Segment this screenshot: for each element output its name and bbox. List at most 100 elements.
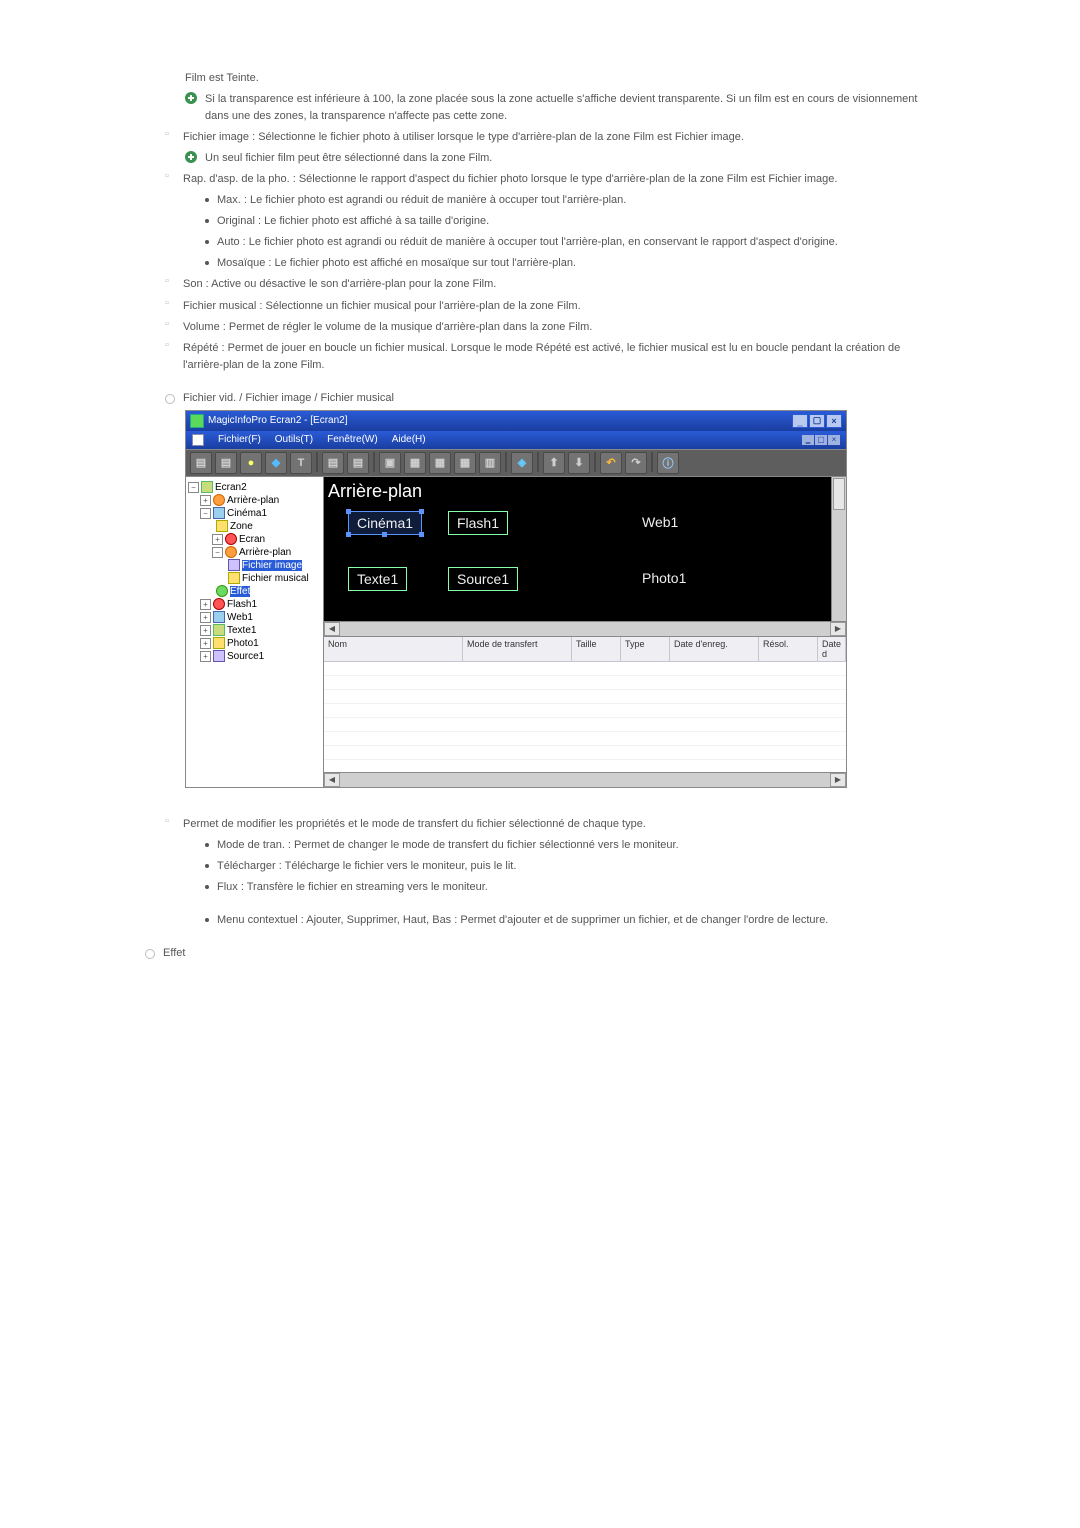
scroll-thumb[interactable] bbox=[833, 478, 845, 510]
collapse-icon[interactable]: − bbox=[200, 508, 211, 519]
tree-item[interactable]: Web1 bbox=[227, 612, 253, 623]
scroll-left-icon[interactable]: ◀ bbox=[324, 773, 340, 787]
expand-icon[interactable]: + bbox=[200, 612, 211, 623]
tool-icon[interactable]: ◈ bbox=[511, 452, 533, 474]
flash-icon bbox=[213, 598, 225, 610]
dot-icon bbox=[205, 885, 209, 889]
tree-item[interactable]: Arrière-plan bbox=[227, 495, 279, 506]
scroll-right-icon[interactable]: ▶ bbox=[830, 773, 846, 787]
zone-web[interactable]: Web1 bbox=[634, 511, 686, 533]
tree-item[interactable]: Effet bbox=[230, 586, 250, 597]
mdi-minimize-button[interactable]: ‗ bbox=[802, 435, 814, 445]
source-icon bbox=[213, 650, 225, 662]
tool-icon[interactable]: ▥ bbox=[479, 452, 501, 474]
expand-icon[interactable]: + bbox=[200, 651, 211, 662]
tool-icon[interactable]: ▤ bbox=[322, 452, 344, 474]
tool-icon[interactable]: ▦ bbox=[454, 452, 476, 474]
text: Rap. d'asp. de la pho. : Sélectionne le … bbox=[183, 171, 837, 188]
col-datec[interactable]: Date d bbox=[818, 637, 846, 661]
tool-icon[interactable]: ▦ bbox=[429, 452, 451, 474]
tree-item[interactable]: Zone bbox=[230, 521, 253, 532]
expand-icon[interactable]: + bbox=[200, 638, 211, 649]
expand-icon[interactable]: + bbox=[212, 534, 223, 545]
tool-icon[interactable]: ● bbox=[240, 452, 262, 474]
right-panel: Arrière-plan Cinéma1 Flash1 Web1 Texte1 … bbox=[324, 477, 846, 787]
tree-item[interactable]: Ecran2 bbox=[215, 482, 247, 493]
info-icon[interactable]: ⓘ bbox=[657, 452, 679, 474]
separator-icon bbox=[651, 452, 653, 472]
title-bar[interactable]: MagicInfoPro Ecran2 - [Ecran2] ‗ ▢ × bbox=[186, 411, 846, 431]
tree-item[interactable]: Source1 bbox=[227, 651, 264, 662]
circle-icon bbox=[145, 949, 155, 959]
resize-handle[interactable] bbox=[346, 509, 351, 514]
mdi-restore-button[interactable]: ▢ bbox=[815, 435, 827, 445]
tool-icon[interactable]: ▤ bbox=[190, 452, 212, 474]
resize-handle[interactable] bbox=[382, 532, 387, 537]
menu-window[interactable]: Fenêtre(W) bbox=[327, 434, 378, 445]
collapse-icon[interactable]: − bbox=[188, 482, 199, 493]
sub-menu-contextuel: Menu contextuel : Ajouter, Supprimer, Ha… bbox=[165, 912, 925, 929]
col-taille[interactable]: Taille bbox=[572, 637, 621, 661]
menu-tools[interactable]: Outils(T) bbox=[275, 434, 313, 445]
scroll-left-icon[interactable]: ◀ bbox=[324, 622, 340, 636]
photo-icon bbox=[213, 637, 225, 649]
menu-help[interactable]: Aide(H) bbox=[392, 434, 426, 445]
collapse-icon[interactable]: − bbox=[212, 547, 223, 558]
menu-file[interactable]: Fichier(F) bbox=[218, 434, 261, 445]
tool-text-icon[interactable]: T bbox=[290, 452, 312, 474]
item-aspect-ratio: ▫ Rap. d'asp. de la pho. : Sélectionne l… bbox=[165, 171, 925, 188]
tree-item[interactable]: Ecran bbox=[239, 534, 265, 545]
maximize-button[interactable]: ▢ bbox=[809, 414, 825, 428]
grid-horizontal-scrollbar[interactable]: ◀ ▶ bbox=[324, 772, 846, 787]
expand-icon[interactable]: + bbox=[200, 625, 211, 636]
scroll-right-icon[interactable]: ▶ bbox=[830, 622, 846, 636]
tree-item[interactable]: Cinéma1 bbox=[227, 508, 267, 519]
horizontal-scrollbar[interactable]: ◀ ▶ bbox=[324, 621, 846, 636]
tool-icon[interactable]: ⬇ bbox=[568, 452, 590, 474]
redo-icon[interactable]: ↷ bbox=[625, 452, 647, 474]
text: Son : Active ou désactive le son d'arriè… bbox=[183, 276, 496, 293]
scroll-track[interactable] bbox=[340, 773, 830, 787]
toolbar: ▤ ▤ ● ◆ T ▤ ▤ ▣ ▦ ▦ ▦ ▥ ◈ ⬆ ⬇ ↶ ↷ ⓘ bbox=[186, 449, 846, 477]
zone-cinema[interactable]: Cinéma1 bbox=[348, 511, 422, 535]
zone-texte[interactable]: Texte1 bbox=[348, 567, 407, 591]
scroll-track[interactable] bbox=[340, 622, 830, 636]
expand-icon[interactable]: + bbox=[200, 495, 211, 506]
bullet-icon: ▫ bbox=[165, 340, 175, 351]
tool-icon[interactable]: ◆ bbox=[265, 452, 287, 474]
tree-item[interactable]: Fichier musical bbox=[242, 573, 309, 584]
resize-handle[interactable] bbox=[346, 532, 351, 537]
mdi-close-button[interactable]: × bbox=[828, 435, 840, 445]
col-type[interactable]: Type bbox=[621, 637, 670, 661]
close-button[interactable]: × bbox=[826, 414, 842, 428]
zone-flash[interactable]: Flash1 bbox=[448, 511, 508, 535]
tool-icon[interactable]: ▤ bbox=[215, 452, 237, 474]
col-date[interactable]: Date d'enreg. bbox=[670, 637, 759, 661]
col-mode[interactable]: Mode de transfert bbox=[463, 637, 572, 661]
tool-icon[interactable]: ▤ bbox=[347, 452, 369, 474]
tree-item[interactable]: Texte1 bbox=[227, 625, 256, 636]
undo-icon[interactable]: ↶ bbox=[600, 452, 622, 474]
tree-item[interactable]: Flash1 bbox=[227, 599, 257, 610]
tree-item[interactable]: Photo1 bbox=[227, 638, 259, 649]
vertical-scrollbar[interactable] bbox=[831, 477, 846, 621]
resize-handle[interactable] bbox=[419, 509, 424, 514]
tree-item-selected[interactable]: Fichier image bbox=[242, 560, 302, 571]
zone-photo[interactable]: Photo1 bbox=[634, 567, 694, 589]
file-grid[interactable]: Nom Mode de transfert Taille Type Date d… bbox=[324, 636, 846, 787]
zone-source[interactable]: Source1 bbox=[448, 567, 518, 591]
expand-icon[interactable]: + bbox=[200, 599, 211, 610]
grid-rows[interactable] bbox=[324, 662, 846, 772]
col-nom[interactable]: Nom bbox=[324, 637, 463, 661]
tree-panel[interactable]: − Ecran2 + Arrière-plan − Cinéma1 Zone + Ecr… bbox=[186, 477, 324, 787]
resize-handle[interactable] bbox=[419, 532, 424, 537]
canvas[interactable]: Arrière-plan Cinéma1 Flash1 Web1 Texte1 … bbox=[324, 477, 846, 621]
note-un-seul: Un seul fichier film peut être sélection… bbox=[165, 150, 925, 167]
col-resol[interactable]: Résol. bbox=[759, 637, 818, 661]
bullet-icon: ▫ bbox=[165, 171, 175, 182]
tool-icon[interactable]: ▦ bbox=[404, 452, 426, 474]
tree-item[interactable]: Arrière-plan bbox=[239, 547, 291, 558]
tool-icon[interactable]: ⬆ bbox=[543, 452, 565, 474]
minimize-button[interactable]: ‗ bbox=[792, 414, 808, 428]
tool-icon[interactable]: ▣ bbox=[379, 452, 401, 474]
